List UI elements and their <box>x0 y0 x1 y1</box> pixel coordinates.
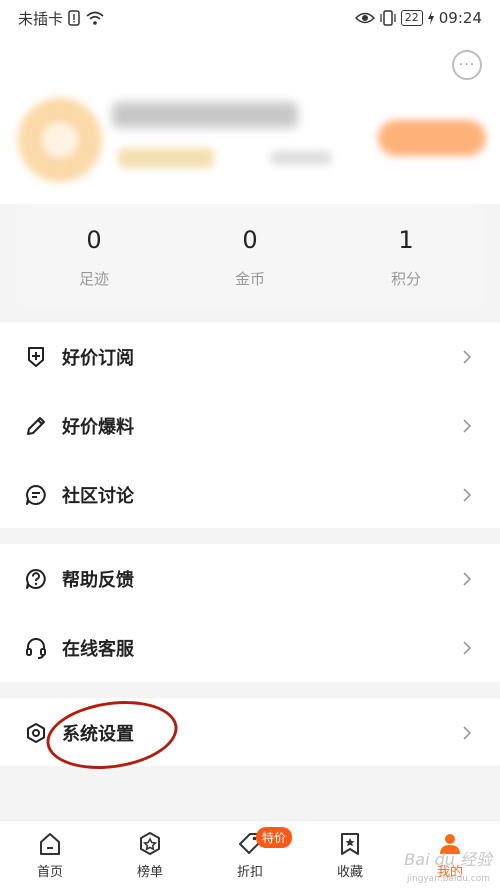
eye-icon <box>354 12 375 24</box>
level-badge-blurred <box>118 148 214 168</box>
clock-time: 09:24 <box>438 9 482 27</box>
stat-points[interactable]: 1 积分 <box>328 204 484 308</box>
special-price-badge: 特价 <box>256 827 293 848</box>
profile-header: ··· <box>0 36 500 204</box>
chevron-right-icon <box>463 487 472 502</box>
chevron-right-icon <box>463 571 472 586</box>
menu-item-label: 社区讨论 <box>62 485 134 507</box>
stat-value: 0 <box>86 226 102 254</box>
tab-label: 折扣 <box>236 865 263 880</box>
stat-label: 积分 <box>390 270 421 288</box>
stats-card: 0 足迹 0 金币 1 积分 <box>16 204 484 308</box>
chat-icon <box>24 483 48 507</box>
menu-item-label: 好价爆料 <box>62 416 134 438</box>
menu-item-deal-report[interactable]: 好价爆料 <box>0 391 500 460</box>
user-info-blurred <box>270 151 332 165</box>
tab-home[interactable]: 首页 <box>0 821 100 890</box>
bookmark-icon <box>341 833 359 855</box>
stat-coins[interactable]: 0 金币 <box>172 204 328 308</box>
shield-plus-icon <box>24 345 48 369</box>
tab-label: 首页 <box>36 865 63 880</box>
stat-footprints[interactable]: 0 足迹 <box>16 204 172 308</box>
chevron-right-icon <box>463 725 472 740</box>
status-bar: 未插卡 22 09:24 <box>0 0 500 36</box>
baidu-watermark-url: jingyan.baidu.com <box>406 874 490 884</box>
charging-icon <box>427 11 434 25</box>
home-icon <box>40 833 60 855</box>
signin-button-blurred[interactable] <box>378 120 486 156</box>
stat-value: 0 <box>242 226 258 254</box>
wifi-icon <box>86 11 104 25</box>
settings-icon <box>24 721 48 745</box>
menu-item-deal-subscription[interactable]: 好价订阅 <box>0 322 500 391</box>
headset-icon <box>24 636 48 660</box>
stat-value: 1 <box>398 226 414 254</box>
menu-item-online-service[interactable]: 在线客服 <box>0 613 500 682</box>
message-button[interactable]: ··· <box>452 50 482 80</box>
baidu-watermark: Bai du 经验 <box>404 850 492 869</box>
menu-item-label: 在线客服 <box>62 638 134 660</box>
stat-label: 金币 <box>234 270 265 288</box>
chevron-right-icon <box>463 349 472 364</box>
menu-item-label: 帮助反馈 <box>62 569 134 591</box>
username-blurred <box>112 102 298 128</box>
tab-label: 榜单 <box>136 865 163 880</box>
tab-label: 收藏 <box>336 865 363 880</box>
menu-group-support: 帮助反馈 在线客服 <box>0 544 500 682</box>
tab-discount[interactable]: 折扣 特价 <box>200 821 300 890</box>
sim-warning-icon <box>68 10 80 26</box>
stat-label: 足迹 <box>78 270 109 288</box>
avatar-face <box>42 122 78 158</box>
ranking-icon <box>140 832 160 855</box>
bottom-tab-bar: 首页 榜单 折扣 特价 收藏 我的 Bai du 经验 jingyan.baid… <box>0 820 500 890</box>
vibrate-icon <box>380 10 396 26</box>
menu-item-help-feedback[interactable]: 帮助反馈 <box>0 544 500 613</box>
tab-ranking[interactable]: 榜单 <box>100 821 200 890</box>
battery-level: 22 <box>400 10 423 26</box>
pencil-icon <box>24 414 48 438</box>
menu-item-community[interactable]: 社区讨论 <box>0 460 500 529</box>
message-icon: ··· <box>458 57 476 73</box>
chevron-right-icon <box>463 640 472 655</box>
menu-group-deals: 好价订阅 好价爆料 社区讨论 <box>0 322 500 528</box>
help-icon <box>24 567 48 591</box>
menu-item-label: 好价订阅 <box>62 347 134 369</box>
chevron-right-icon <box>463 418 472 433</box>
carrier-text: 未插卡 <box>18 9 64 28</box>
tab-favorites[interactable]: 收藏 <box>300 821 400 890</box>
